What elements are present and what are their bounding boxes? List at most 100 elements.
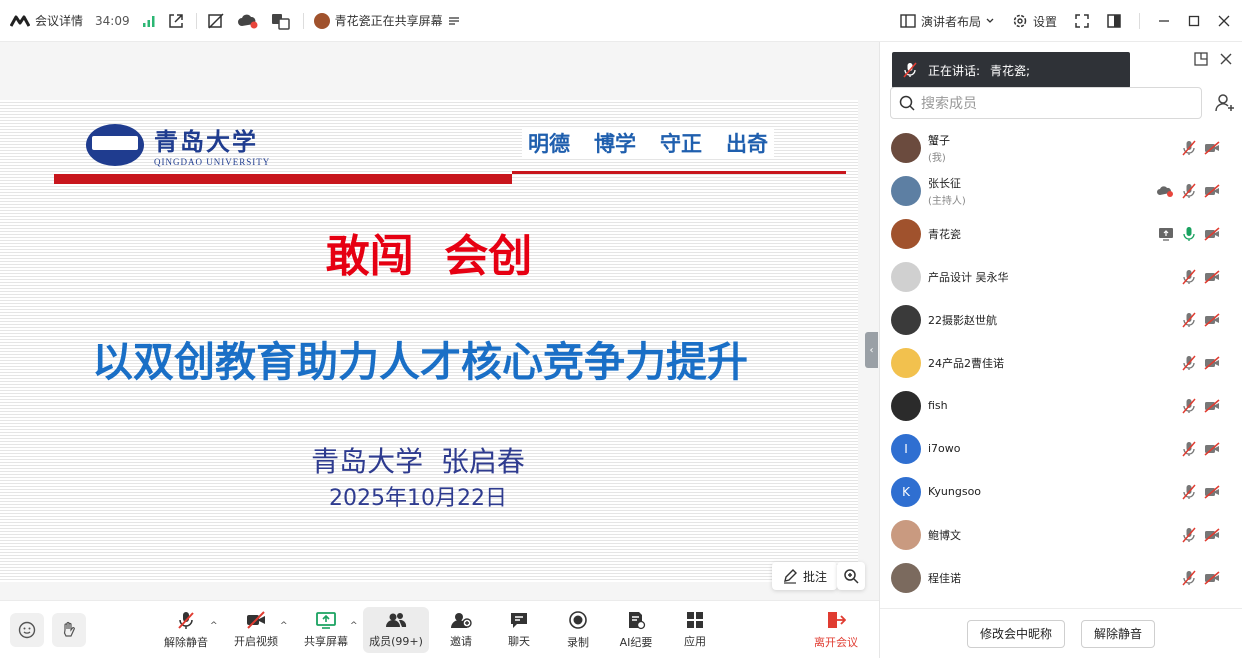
member-avatar [891, 261, 921, 292]
camera-off-icon[interactable] [1204, 226, 1220, 241]
member-name: 24产品2曹佳诺 [928, 356, 1004, 370]
member-status-icons [1182, 384, 1220, 427]
cloud-record-icon[interactable] [237, 13, 259, 29]
close-icon[interactable] [1218, 15, 1230, 27]
camera-off-icon[interactable] [1204, 183, 1220, 198]
member-search-input[interactable]: 搜索成员 [890, 87, 1202, 119]
sharing-status[interactable]: 青花瓷正在共享屏幕 [313, 12, 460, 29]
member-row[interactable]: fish [880, 384, 1242, 427]
tencent-meeting-logo-icon [10, 15, 30, 27]
signal-strength-icon[interactable] [142, 15, 156, 27]
sidebar-toggle-icon[interactable] [1107, 14, 1121, 28]
mic-muted-icon[interactable] [1182, 398, 1196, 414]
search-placeholder: 搜索成员 [921, 96, 977, 112]
popout-panel-icon[interactable] [1194, 52, 1208, 66]
university-name-en: QINGDAO UNIVERSITY [154, 157, 271, 167]
member-row[interactable]: 张长征 (主持人) [880, 169, 1242, 212]
meeting-details-button[interactable]: 会议详情 [10, 12, 83, 29]
motto-word: 博学 [594, 132, 636, 156]
mic-muted-icon[interactable] [1182, 484, 1196, 500]
maximize-icon[interactable] [1188, 15, 1200, 27]
start-video-button[interactable]: 开启视频 [226, 607, 286, 653]
mic-muted-icon [176, 610, 196, 630]
member-name-block: Kyungsoo [928, 485, 981, 498]
settings-button[interactable]: 设置 [1012, 13, 1057, 30]
mic-muted-icon[interactable] [1182, 441, 1196, 457]
mic-muted-icon[interactable] [1182, 527, 1196, 543]
camera-off-icon[interactable] [1204, 570, 1220, 585]
video-options-caret[interactable]: ^ [280, 621, 288, 631]
member-row[interactable]: 蟹子 (我) [880, 126, 1242, 169]
university-seal-icon [86, 123, 144, 166]
popout-icon[interactable] [168, 13, 184, 29]
divider [302, 12, 304, 29]
camera-off-icon[interactable] [1204, 527, 1220, 542]
member-name-block: 青花瓷 [928, 226, 961, 242]
member-role: (我) [928, 152, 946, 164]
member-row[interactable]: 22摄影赵世航 [880, 298, 1242, 341]
meeting-duration: 34:09 [95, 14, 130, 28]
leave-meeting-label: 离开会议 [814, 636, 858, 649]
translate-icon[interactable] [271, 12, 291, 30]
share-options-caret[interactable]: ^ [350, 621, 358, 631]
apps-button[interactable]: 应用 [665, 607, 725, 653]
camera-off-icon [245, 611, 267, 629]
unmute-button[interactable]: 解除静音 [156, 607, 216, 653]
share-screen-button[interactable]: 共享屏幕 [296, 607, 356, 653]
university-motto: 明德 博学 守正 出奇 [522, 128, 774, 158]
close-panel-icon[interactable] [1220, 52, 1232, 66]
member-name: fish [928, 399, 948, 412]
camera-off-icon[interactable] [1204, 140, 1220, 155]
ai-notes-button[interactable]: AI纪要 [606, 607, 666, 653]
emoji-button[interactable] [10, 613, 44, 647]
minimize-icon[interactable] [1158, 15, 1170, 27]
member-row[interactable]: 24产品2曹佳诺 [880, 341, 1242, 384]
camera-off-icon[interactable] [1204, 312, 1220, 327]
rename-button[interactable]: 修改会中昵称 [966, 619, 1065, 648]
collapse-panel-handle[interactable]: ‹ [865, 332, 878, 368]
member-avatar [891, 390, 921, 421]
raise-hand-button[interactable] [52, 613, 86, 647]
add-user-icon [450, 611, 472, 629]
annotate-button[interactable]: 批注 [772, 562, 838, 590]
member-status-icons [1182, 470, 1220, 513]
member-name-block: fish [928, 399, 948, 412]
camera-off-icon[interactable] [1204, 355, 1220, 370]
member-status-icons [1182, 513, 1220, 556]
sharing-status-text: 青花瓷正在共享屏幕 [334, 14, 443, 28]
mic-muted-icon[interactable] [1182, 269, 1196, 285]
add-user-icon [1215, 93, 1235, 113]
chat-button[interactable]: 聊天 [489, 607, 549, 653]
member-row[interactable]: 程佳诺 [880, 556, 1242, 599]
unmute-all-button[interactable]: 解除静音 [1081, 619, 1156, 648]
fullscreen-icon[interactable] [1075, 14, 1089, 28]
member-row[interactable]: 青花瓷 [880, 212, 1242, 255]
add-member-button[interactable] [1210, 87, 1240, 119]
member-row[interactable]: 鲍博文 [880, 513, 1242, 556]
mic-muted-icon[interactable] [1182, 140, 1196, 156]
member-name: 22摄影赵世航 [928, 313, 997, 327]
record-button[interactable]: 录制 [548, 607, 608, 653]
mic-muted-icon[interactable] [1182, 183, 1196, 199]
mic-muted-icon[interactable] [1182, 570, 1196, 586]
members-button[interactable]: 成员(99+) [363, 607, 429, 653]
camera-off-icon[interactable] [1204, 484, 1220, 499]
member-row[interactable]: Ii7owo [880, 427, 1242, 470]
member-row[interactable]: K Kyungsoo [880, 470, 1242, 513]
mic-on-icon[interactable] [1182, 226, 1196, 242]
member-row[interactable]: 产品设计 吴永华 [880, 255, 1242, 298]
mic-muted-icon[interactable] [1182, 355, 1196, 371]
share-screen-icon [315, 611, 337, 629]
leave-meeting-button[interactable]: 离开会议 [806, 607, 866, 653]
audio-options-caret[interactable]: ^ [210, 621, 218, 631]
camera-off-icon[interactable] [1204, 269, 1220, 284]
no-screenshot-icon[interactable] [207, 12, 225, 30]
camera-off-icon[interactable] [1204, 398, 1220, 413]
screen-share-icon [1158, 227, 1174, 241]
presenter-layout-button[interactable]: 演讲者布局 [900, 13, 994, 30]
invite-button[interactable]: 邀请 [431, 607, 491, 653]
zoom-button[interactable] [837, 562, 865, 590]
camera-off-icon[interactable] [1204, 441, 1220, 456]
topbar-right: 演讲者布局 设置 [900, 0, 1230, 42]
mic-muted-icon[interactable] [1182, 312, 1196, 328]
